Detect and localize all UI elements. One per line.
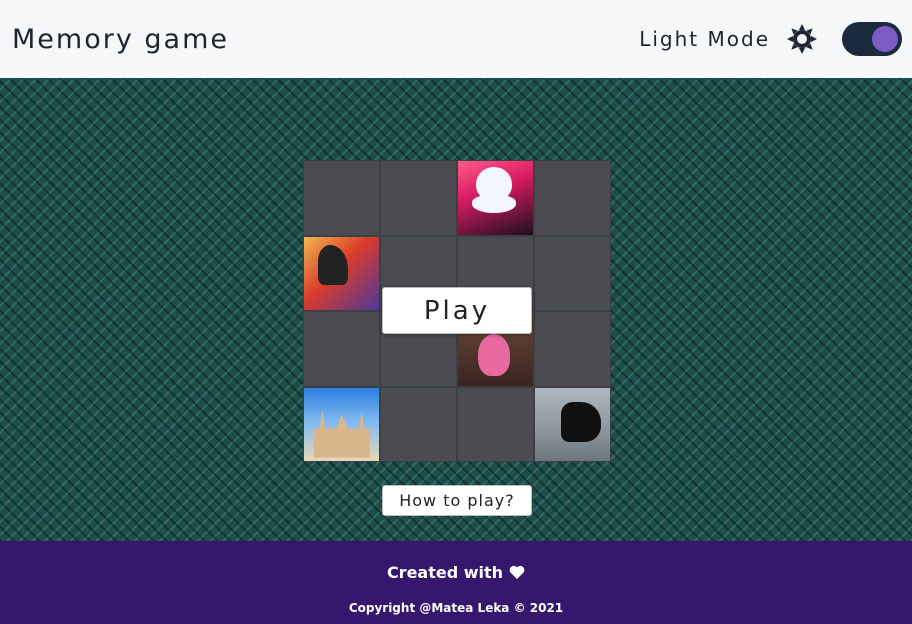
created-with-label: Created with [386,563,504,582]
theme-toggle[interactable] [842,22,902,56]
footer-credit: Created with [0,563,912,582]
card[interactable] [535,236,610,310]
how-to-play-button[interactable]: How to play? [382,485,532,516]
card[interactable] [381,387,456,461]
card-revealed[interactable] [458,161,533,235]
castle-image [304,387,379,461]
card-revealed[interactable] [304,387,379,461]
heart-icon [509,565,525,580]
card-revealed[interactable] [304,236,379,310]
card[interactable] [535,161,610,235]
card[interactable] [304,312,379,386]
dark-figure-image [535,387,610,461]
toggle-knob [872,26,898,52]
ghost-image [458,161,533,235]
card[interactable] [381,161,456,235]
sun-icon [786,23,818,55]
card[interactable] [304,161,379,235]
card-revealed[interactable] [535,387,610,461]
theme-switcher: Light Mode [639,22,902,56]
copyright-text: Copyright @Matea Leka © 2021 [348,601,564,615]
app-header: Memory game Light Mode [0,0,912,78]
mode-label: Light Mode [639,27,770,51]
cartoon-character-image [304,236,379,310]
app-title: Memory game [12,23,229,55]
play-button[interactable]: Play [382,287,532,334]
footer: Created with Copyright @Matea Leka © 202… [0,541,912,624]
card[interactable] [535,312,610,386]
card[interactable] [458,387,533,461]
